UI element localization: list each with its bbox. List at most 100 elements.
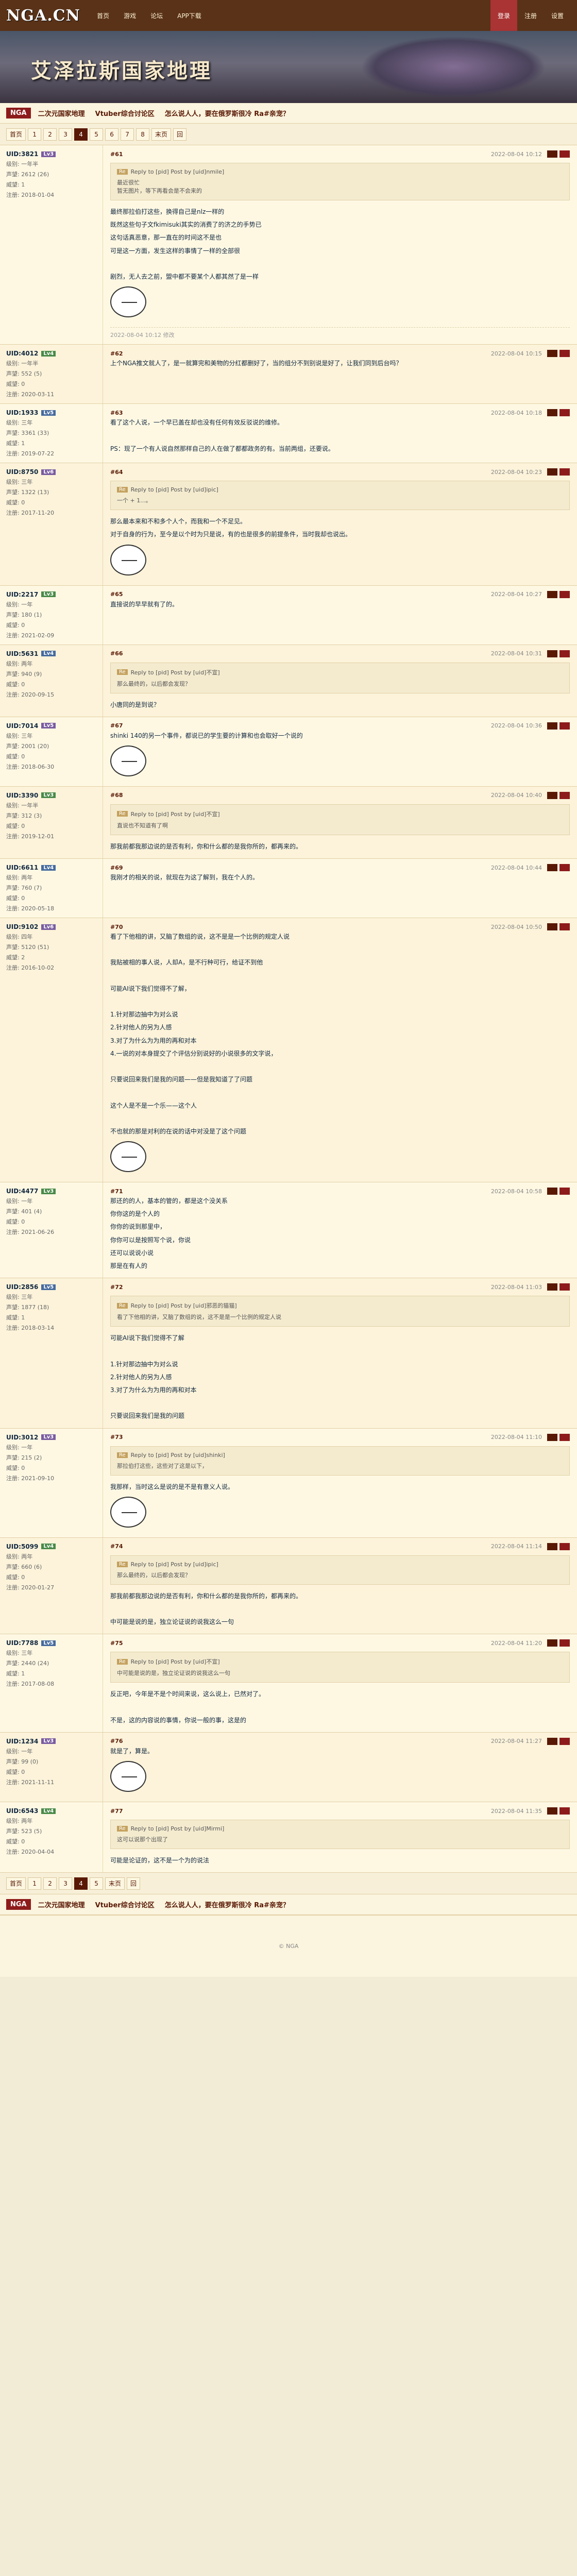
reply-icon[interactable] [559,1283,570,1291]
post-author[interactable]: UID:5631 Lv4 [6,650,96,657]
post-author[interactable]: UID:2217 Lv3 [6,591,96,598]
reply-icon[interactable] [559,923,570,931]
quote-author[interactable]: Reply to [pid] Post by [uid]ipic] [131,486,218,493]
nav-games[interactable]: 游戏 [116,11,143,20]
post-floor[interactable]: #69 [110,865,123,871]
nav-forum[interactable]: 论坛 [143,11,170,20]
user-id[interactable]: UID:3390 [6,792,38,799]
post-author[interactable]: UID:6611 Lv4 [6,864,96,871]
quote-icon[interactable] [547,1433,557,1441]
nga-badge[interactable]: NGA [6,1899,31,1910]
breadcrumb-item-1[interactable]: 二次元国家地理 [35,108,88,118]
reply-icon[interactable] [559,650,570,657]
reply-icon[interactable] [559,590,570,598]
post-floor[interactable]: #61 [110,151,123,158]
pager_bottom-page-5[interactable]: 5 [90,1877,104,1890]
pager_top-page-7[interactable]: 7 [121,128,134,141]
reply-icon[interactable] [559,1737,570,1745]
site-logo[interactable]: NGA.CN [6,7,80,25]
pager_top-page-8[interactable]: 8 [136,128,150,141]
quote-author[interactable]: Reply to [pid] Post by [uid]不宣] [131,1657,220,1666]
reply-icon[interactable] [559,150,570,158]
user-id[interactable]: UID:3821 [6,150,38,158]
post-author[interactable]: UID:1234 Lv3 [6,1738,96,1745]
reply-icon[interactable] [559,1639,570,1647]
post-author[interactable]: UID:5099 Lv4 [6,1543,96,1550]
user-id[interactable]: UID:5631 [6,650,38,657]
quote-icon[interactable] [547,1543,557,1550]
post-author[interactable]: UID:1933 Lv5 [6,409,96,416]
pager_top-page-4[interactable]: 4 [74,128,88,141]
quote-icon[interactable] [547,1283,557,1291]
post-floor[interactable]: #64 [110,469,123,476]
nav-home[interactable]: 首页 [90,11,116,20]
breadcrumb-item-3[interactable]: 怎么说人人，要在俄罗斯很冷 Ra#亲宠？ [162,108,293,118]
quote-icon[interactable] [547,650,557,657]
post-floor[interactable]: #66 [110,650,123,657]
user-id[interactable]: UID:2856 [6,1283,38,1291]
post-floor[interactable]: #70 [110,924,123,930]
quote-icon[interactable] [547,864,557,872]
pager_bottom-page-0[interactable]: 首页 [6,1877,26,1890]
post-author[interactable]: UID:6543 Lv4 [6,1807,96,1815]
pager_bottom-page-2[interactable]: 2 [43,1877,57,1890]
pager_top-page-6[interactable]: 6 [105,128,119,141]
pager_top-page-3[interactable]: 3 [59,128,73,141]
reply-icon[interactable] [559,1188,570,1195]
user-id[interactable]: UID:4477 [6,1188,38,1195]
user-id[interactable]: UID:6611 [6,864,38,871]
post-author[interactable]: UID:3390 Lv3 [6,792,96,799]
quote-author[interactable]: Reply to [pid] Post by [uid]nmile] [131,168,225,175]
post-author[interactable]: UID:4477 Lv3 [6,1188,96,1195]
quote-author[interactable]: Reply to [pid] Post by [uid]不宣] [131,810,220,818]
post-floor[interactable]: #68 [110,792,123,799]
reply-icon[interactable] [559,1543,570,1550]
settings-button[interactable]: 设置 [544,0,571,31]
quote-author[interactable]: Reply to [pid] Post by [uid]不宣] [131,668,220,676]
quote-icon[interactable] [547,722,557,730]
footer-link-1[interactable]: 二次元国家地理 [35,1900,88,1909]
quote-author[interactable]: Reply to [pid] Post by [uid]邪恶的猫猫] [131,1301,237,1310]
reply-icon[interactable] [559,791,570,799]
reply-icon[interactable] [559,722,570,730]
footer-link-3[interactable]: 怎么说人人，要在俄罗斯很冷 Ra#亲宠？ [162,1900,293,1909]
user-id[interactable]: UID:6543 [6,1807,38,1815]
footer-link-2[interactable]: Vtuber综合讨论区 [92,1900,158,1909]
post-floor[interactable]: #73 [110,1434,123,1440]
post-floor[interactable]: #67 [110,722,123,729]
user-id[interactable]: UID:9102 [6,923,38,930]
post-floor[interactable]: #77 [110,1808,123,1815]
pager_bottom-page-6[interactable]: 末页 [105,1877,125,1890]
quote-icon[interactable] [547,1188,557,1195]
pager_top-page-2[interactable]: 2 [43,128,57,141]
pager_bottom-page-1[interactable]: 1 [28,1877,42,1890]
post-author[interactable]: UID:7788 Lv5 [6,1639,96,1647]
quote-author[interactable]: Reply to [pid] Post by [uid]ipic] [131,1561,218,1568]
breadcrumb-item-2[interactable]: Vtuber综合讨论区 [92,108,158,118]
quote-icon[interactable] [547,923,557,931]
login-button[interactable]: 登录 [490,0,517,31]
post-author[interactable]: UID:2856 Lv5 [6,1283,96,1291]
quote-icon[interactable] [547,590,557,598]
post-floor[interactable]: #76 [110,1738,123,1744]
pager_top-page-9[interactable]: 末页 [151,128,172,141]
post-floor[interactable]: #71 [110,1188,123,1195]
user-id[interactable]: UID:1234 [6,1738,38,1745]
register-button[interactable]: 注册 [517,0,544,31]
quote-icon[interactable] [547,150,557,158]
reply-icon[interactable] [559,1433,570,1441]
pager_bottom-page-4[interactable]: 4 [74,1877,88,1890]
quote-icon[interactable] [547,468,557,476]
pager_bottom-page-7[interactable]: 回 [127,1877,141,1890]
user-id[interactable]: UID:5099 [6,1543,38,1550]
quote-icon[interactable] [547,409,557,417]
pager_top-page-10[interactable]: 回 [173,128,187,141]
user-id[interactable]: UID:7014 [6,722,38,730]
post-floor[interactable]: #72 [110,1284,123,1291]
post-floor[interactable]: #63 [110,410,123,416]
nga-badge[interactable]: NGA [6,108,31,118]
quote-author[interactable]: Reply to [pid] Post by [uid]shinki] [131,1452,225,1459]
user-id[interactable]: UID:1933 [6,409,38,416]
user-id[interactable]: UID:7788 [6,1639,38,1647]
quote-icon[interactable] [547,791,557,799]
